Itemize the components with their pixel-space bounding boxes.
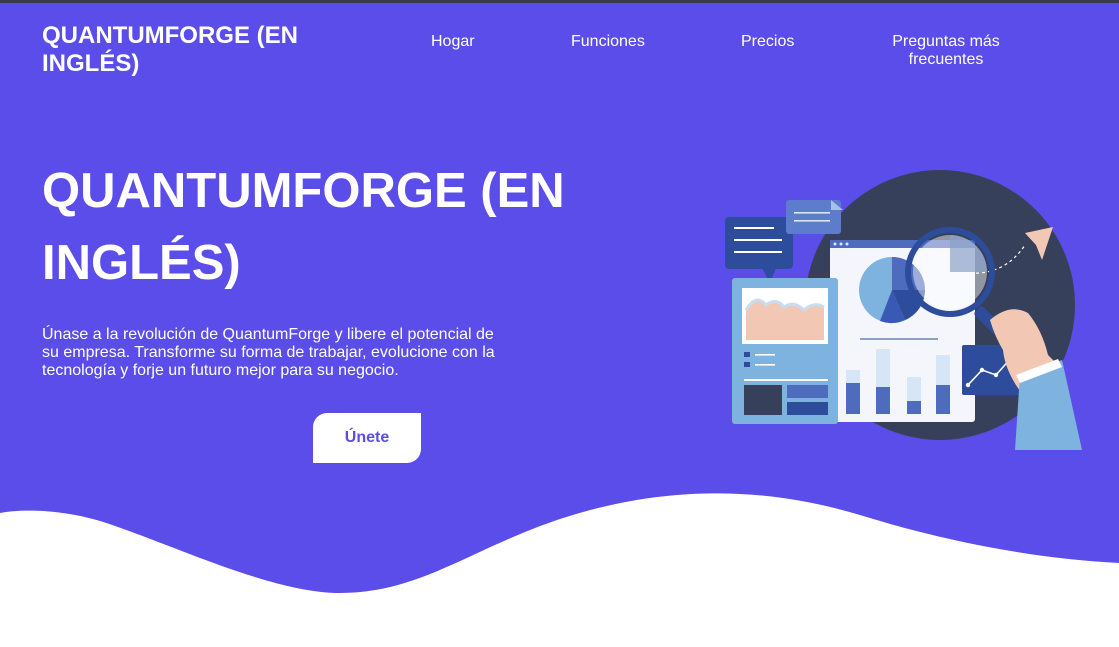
hero-title: QUANTUMFORGE (EN INGLÉS) — [42, 164, 565, 290]
hero-description: Únase a la revolución de QuantumForge y … — [42, 326, 495, 379]
dashboard-card-icon — [732, 278, 838, 424]
landing-page: QUANTUMFORGE (EN INGLÉS) Hogar Funciones… — [0, 0, 1119, 647]
brand-logo[interactable]: QUANTUMFORGE (EN INGLÉS) — [42, 22, 342, 78]
nav-link-features[interactable]: Funciones — [571, 33, 645, 51]
nav-link-pricing[interactable]: Precios — [741, 33, 794, 51]
nav-link-faq[interactable]: Preguntas más frecuentes — [866, 33, 1026, 69]
analytics-illustration — [725, 170, 1082, 450]
join-button[interactable]: Únete — [313, 413, 421, 463]
nav-link-home[interactable]: Hogar — [431, 33, 475, 51]
